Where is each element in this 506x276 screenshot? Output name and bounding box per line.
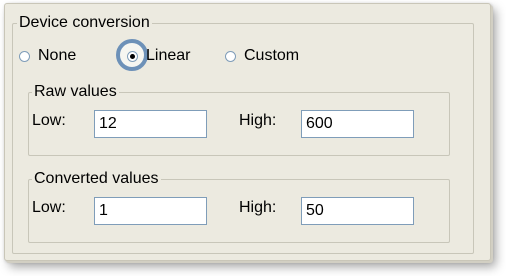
converted-low-label: Low:: [32, 199, 66, 216]
raw-high-label: High:: [239, 112, 277, 129]
radio-linear-circle[interactable]: [127, 50, 138, 62]
raw-low-input[interactable]: 12: [94, 110, 207, 138]
raw-high-input[interactable]: 600: [301, 110, 414, 138]
radio-custom-circle[interactable]: [225, 50, 236, 62]
raw-values-title: Raw values: [32, 82, 119, 102]
radio-linear-label: Linear: [146, 47, 191, 64]
radio-none-label: None: [38, 47, 77, 64]
converted-high-input[interactable]: 50: [301, 197, 414, 225]
device-conversion-title: Device conversion: [17, 13, 152, 33]
radio-linear[interactable]: Linear: [127, 46, 190, 66]
converted-low-input[interactable]: 1: [94, 197, 207, 225]
device-conversion-group: Device conversion None Linear Custom Raw…: [12, 13, 474, 254]
converted-values-title: Converted values: [32, 169, 161, 189]
converted-high-label: High:: [239, 199, 277, 216]
radio-none[interactable]: None: [19, 46, 76, 66]
raw-values-group: Raw values Low: 12 High: 600: [28, 82, 450, 156]
radio-custom[interactable]: Custom: [225, 46, 299, 66]
radio-custom-label: Custom: [244, 47, 300, 64]
raw-low-label: Low:: [32, 112, 66, 129]
settings-panel: Device conversion None Linear Custom Raw…: [4, 3, 491, 261]
converted-values-group: Converted values Low: 1 High: 50: [28, 169, 450, 243]
radio-none-circle[interactable]: [19, 50, 30, 62]
